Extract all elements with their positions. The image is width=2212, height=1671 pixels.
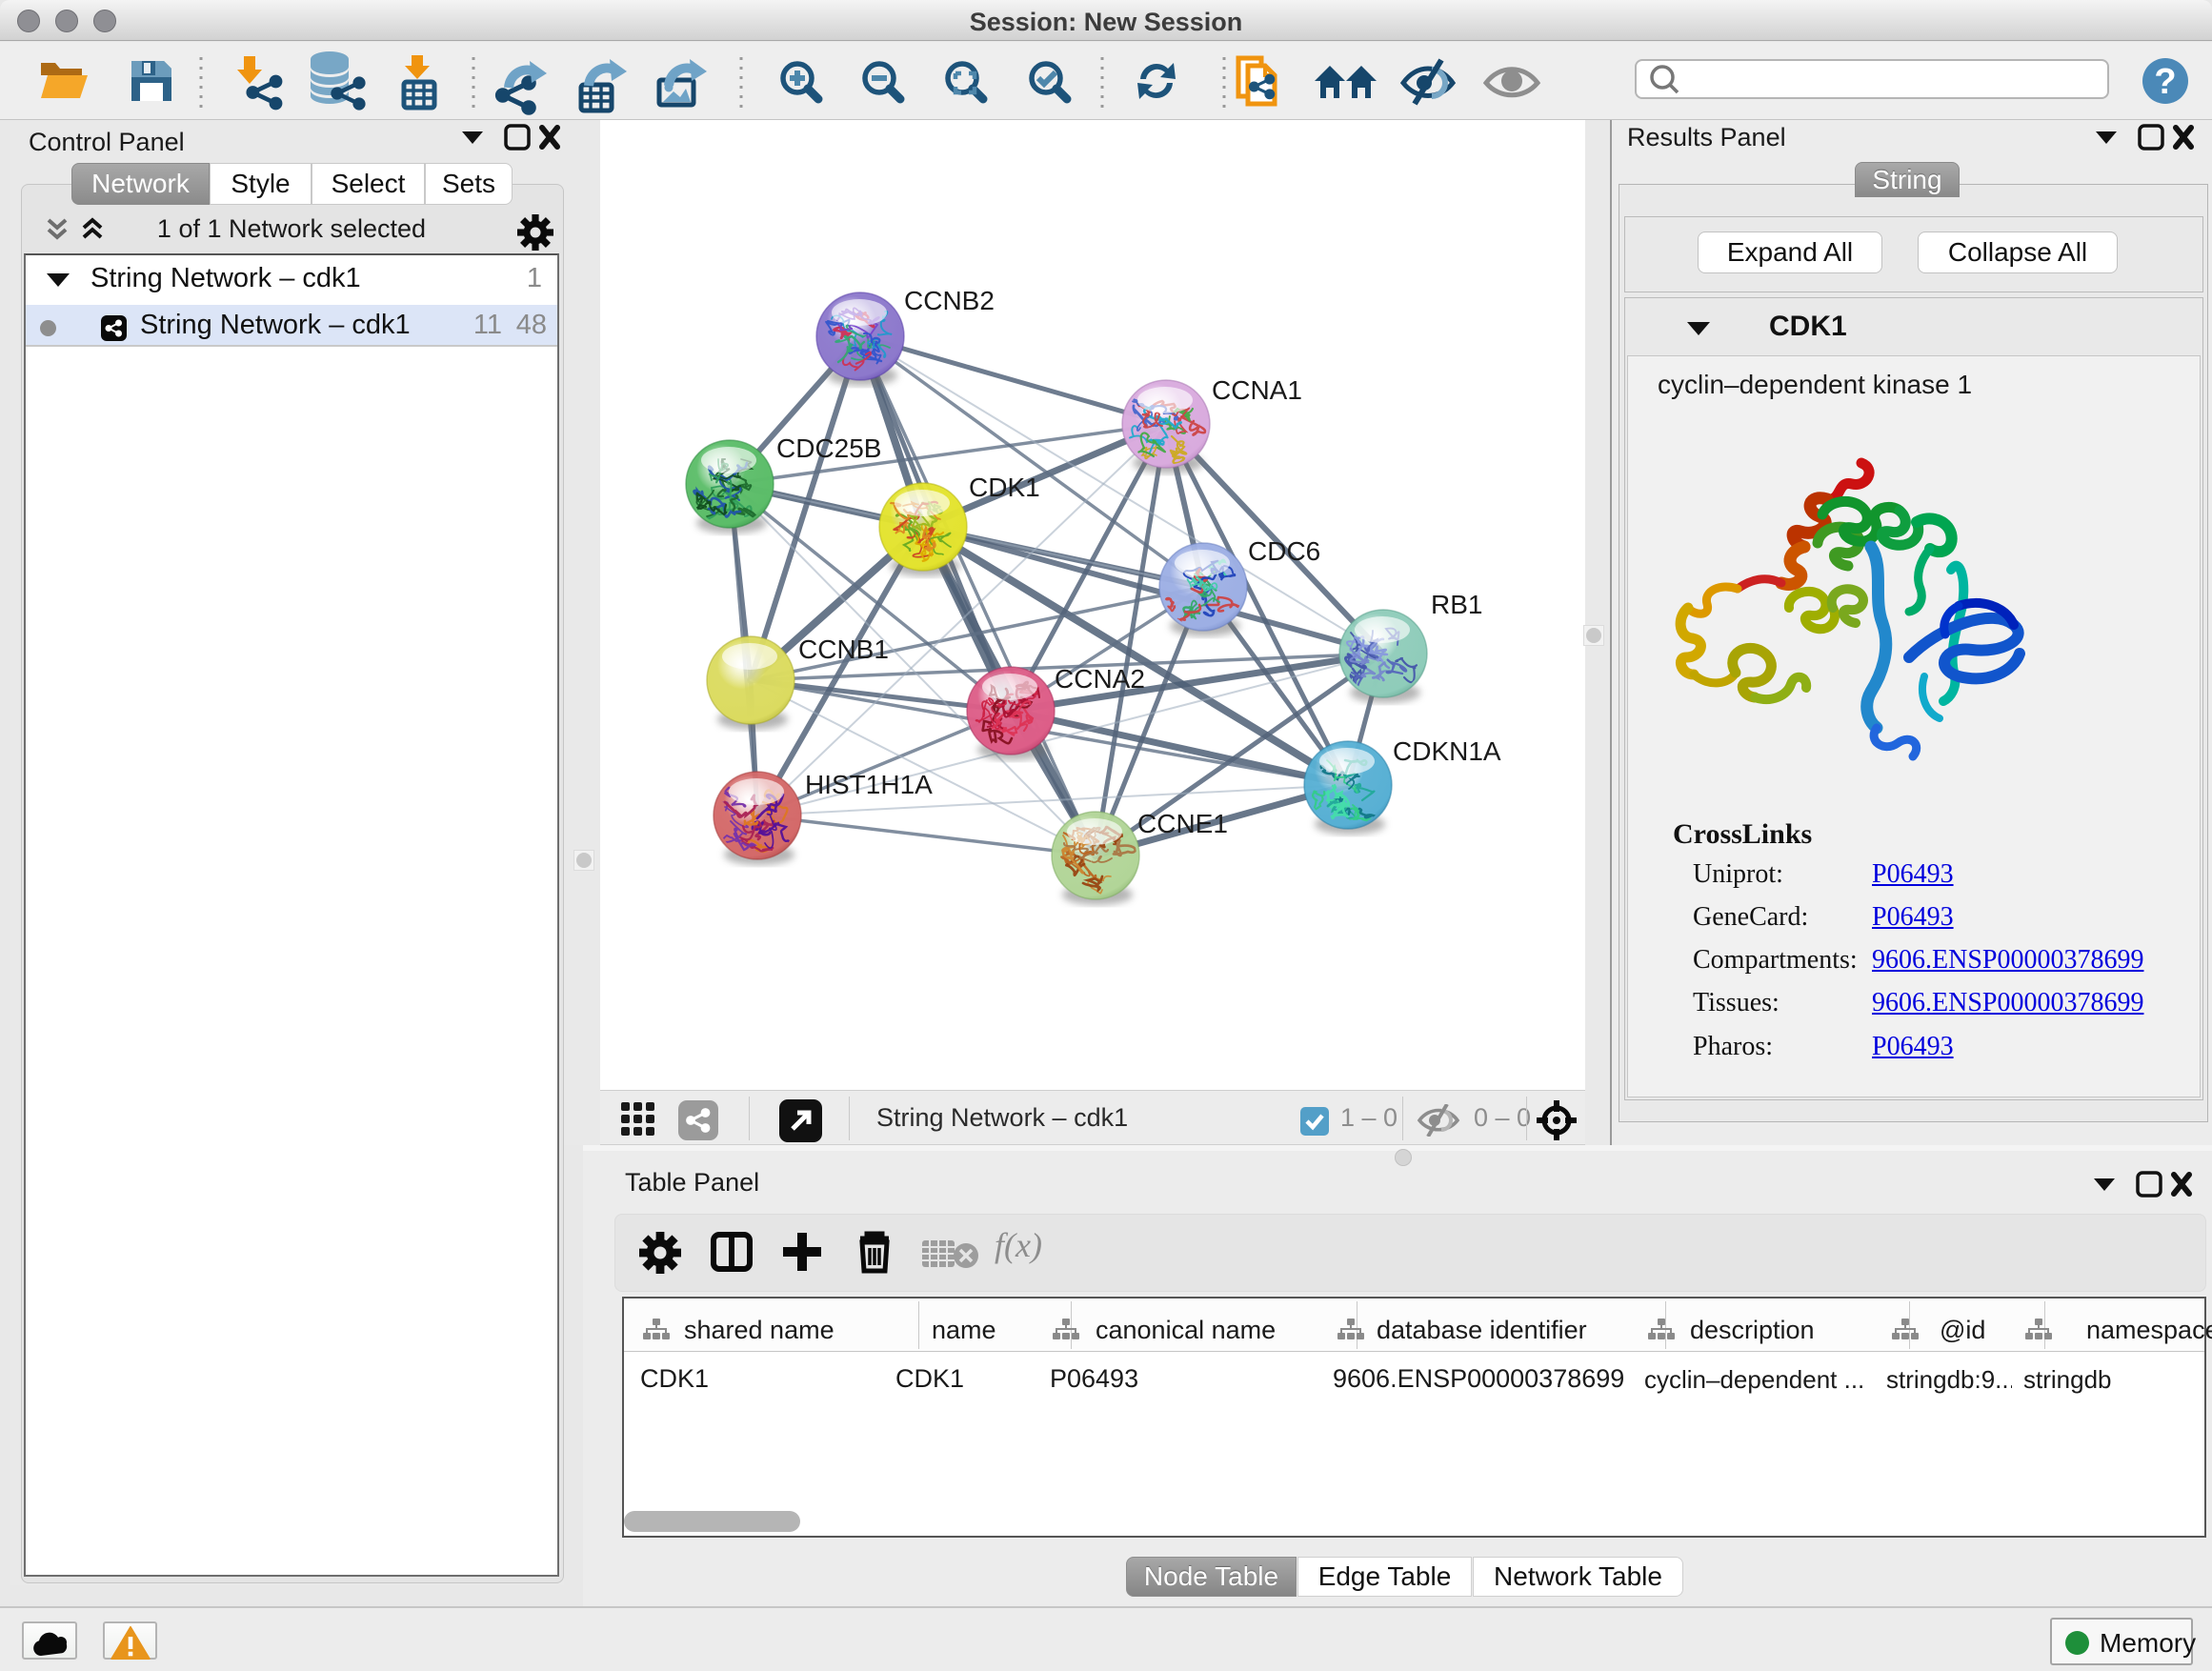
svg-text:CCNA1: CCNA1 — [1212, 375, 1302, 405]
svg-text:CCNE1: CCNE1 — [1137, 809, 1228, 838]
svg-text:CDKN1A: CDKN1A — [1393, 736, 1501, 766]
svg-text:?: ? — [2154, 62, 2176, 102]
svg-text:CDK1: CDK1 — [969, 473, 1040, 502]
svg-text:CDC6: CDC6 — [1248, 536, 1320, 566]
svg-text:HIST1H1A: HIST1H1A — [805, 770, 933, 799]
svg-text:CCNB2: CCNB2 — [904, 286, 995, 315]
svg-text:RB1: RB1 — [1431, 590, 1482, 619]
svg-text:CCNB1: CCNB1 — [798, 634, 889, 664]
svg-text:CCNA2: CCNA2 — [1055, 664, 1145, 694]
svg-text:CDC25B: CDC25B — [776, 433, 881, 463]
